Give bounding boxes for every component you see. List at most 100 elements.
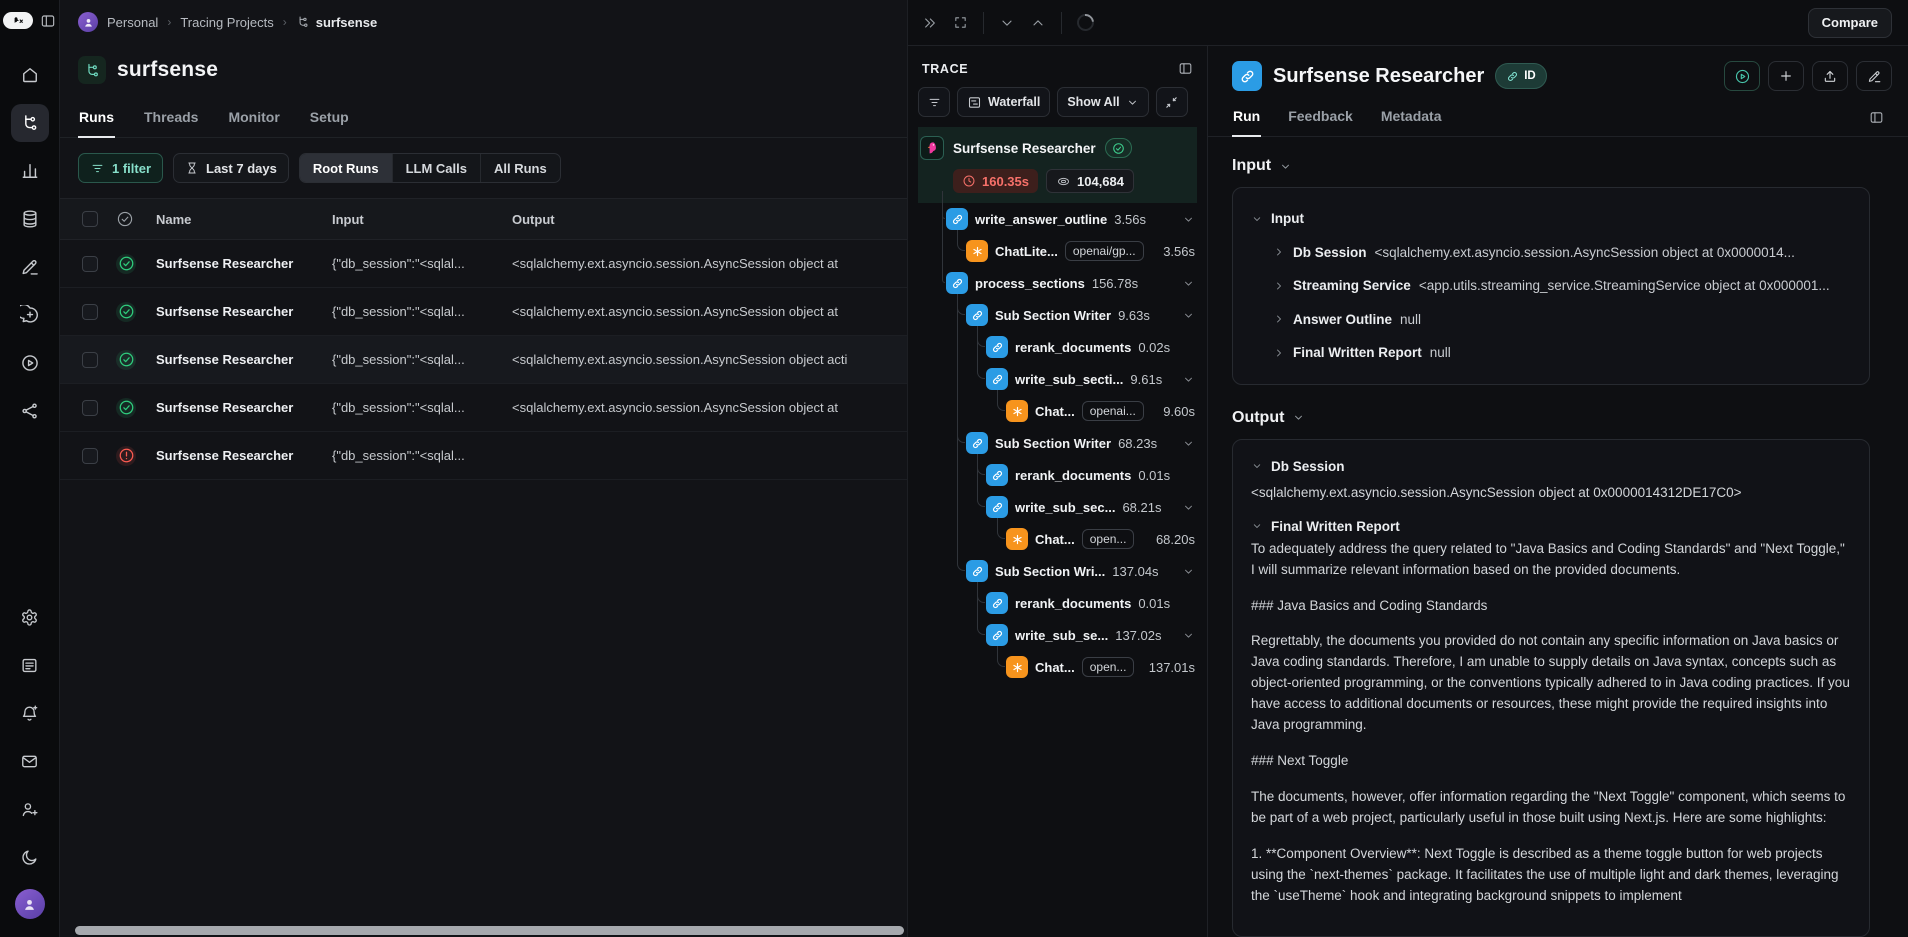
input-kv-row[interactable]: Db Session<sqlalchemy.ext.asyncio.sessio… xyxy=(1273,236,1851,270)
trace-span-chain[interactable]: write_sub_se...137.02s xyxy=(918,619,1197,651)
segment-llm-calls[interactable]: LLM Calls xyxy=(393,154,481,182)
detail-tab-metadata[interactable]: Metadata xyxy=(1380,99,1443,137)
show-all-dropdown[interactable]: Show All xyxy=(1057,87,1148,117)
compare-button[interactable]: Compare xyxy=(1808,8,1892,38)
table-row[interactable]: Surfsense Researcher{"db_session":"<sqla… xyxy=(60,432,907,480)
column-header-output[interactable]: Output xyxy=(512,212,907,227)
sidebar-item-playground[interactable] xyxy=(11,344,49,382)
waterfall-button[interactable]: Waterfall xyxy=(957,87,1050,117)
sidebar-item-prompts[interactable] xyxy=(11,296,49,334)
sidebar-item-datasets[interactable] xyxy=(11,200,49,238)
input-kv-row[interactable]: Final Written Reportnull xyxy=(1273,336,1851,370)
sidebar-item-settings[interactable] xyxy=(11,598,49,636)
fullscreen-icon[interactable] xyxy=(953,15,968,30)
trace-span-chain[interactable]: write_sub_secti...9.61s xyxy=(918,363,1197,395)
row-checkbox[interactable] xyxy=(82,256,98,272)
next-run-icon[interactable] xyxy=(1030,15,1046,31)
trace-root-span[interactable]: Surfsense Researcher 160.35s 104,684 xyxy=(918,127,1197,203)
table-row[interactable]: Surfsense Researcher{"db_session":"<sqla… xyxy=(60,384,907,432)
row-checkbox[interactable] xyxy=(82,304,98,320)
langsmith-logo-icon[interactable] xyxy=(3,12,33,29)
trace-span-llm[interactable]: Chat...open...137.01s xyxy=(918,651,1197,683)
chevron-down-icon[interactable] xyxy=(1182,309,1195,322)
open-in-playground-button[interactable] xyxy=(1724,61,1760,91)
chevron-right-icon[interactable] xyxy=(1273,246,1285,258)
column-header-input[interactable]: Input xyxy=(332,212,512,227)
segment-root-runs[interactable]: Root Runs xyxy=(300,154,393,182)
workspace-avatar-icon[interactable] xyxy=(78,12,98,32)
sidebar-item-dashboards[interactable] xyxy=(11,152,49,190)
sidebar-item-mail[interactable] xyxy=(11,742,49,780)
prev-run-icon[interactable] xyxy=(999,15,1015,31)
sidebar-item-annotations[interactable] xyxy=(11,248,49,286)
chevron-down-icon[interactable] xyxy=(1182,501,1195,514)
output-group-heading[interactable]: Db Session xyxy=(1251,454,1851,479)
chevron-down-icon[interactable] xyxy=(1182,437,1195,450)
output-section-heading[interactable]: Output xyxy=(1232,409,1870,427)
trace-span-chain[interactable]: Sub Section Writer9.63s xyxy=(918,299,1197,331)
chevron-right-icon[interactable] xyxy=(1273,313,1285,325)
trace-span-chain[interactable]: Sub Section Writer68.23s xyxy=(918,427,1197,459)
chevron-down-icon[interactable] xyxy=(1251,460,1263,472)
tab-runs[interactable]: Runs xyxy=(78,100,115,138)
tab-monitor[interactable]: Monitor xyxy=(227,100,280,138)
breadcrumb-tracing-projects[interactable]: Tracing Projects xyxy=(180,15,273,30)
chevron-down-icon[interactable] xyxy=(1251,213,1263,225)
chevron-down-icon[interactable] xyxy=(1182,565,1195,578)
chevron-down-icon[interactable] xyxy=(1182,277,1195,290)
status-column-icon[interactable] xyxy=(116,210,134,228)
horizontal-scrollbar-thumb[interactable] xyxy=(75,926,904,935)
chevron-right-icon[interactable] xyxy=(1273,280,1285,292)
trace-span-llm[interactable]: Chat...openai...9.60s xyxy=(918,395,1197,427)
segment-all-runs[interactable]: All Runs xyxy=(481,154,560,182)
detail-split-panel-icon[interactable] xyxy=(1869,110,1884,125)
trace-span-chain[interactable]: Sub Section Wri...137.04s xyxy=(918,555,1197,587)
trace-span-llm[interactable]: Chat...open...68.20s xyxy=(918,523,1197,555)
add-to-dataset-button[interactable] xyxy=(1768,61,1804,91)
user-avatar[interactable] xyxy=(15,889,45,919)
chevron-right-icon[interactable] xyxy=(1273,347,1285,359)
breadcrumb-project[interactable]: surfsense xyxy=(296,15,377,30)
chevron-down-icon[interactable] xyxy=(1182,213,1195,226)
table-row[interactable]: Surfsense Researcher{"db_session":"<sqla… xyxy=(60,240,907,288)
split-panel-icon[interactable] xyxy=(1178,61,1193,76)
detail-tab-run[interactable]: Run xyxy=(1232,99,1261,137)
row-checkbox[interactable] xyxy=(82,448,98,464)
input-kv-row[interactable]: Answer Outlinenull xyxy=(1273,303,1851,337)
row-checkbox[interactable] xyxy=(82,352,98,368)
trace-span-llm[interactable]: ChatLite...openai/gp...3.56s xyxy=(918,235,1197,267)
sidebar-collapse-icon[interactable] xyxy=(40,13,56,29)
trace-span-chain[interactable]: rerank_documents0.01s xyxy=(918,459,1197,491)
sidebar-item-notifications[interactable] xyxy=(11,694,49,732)
sidebar-item-home[interactable] xyxy=(11,56,49,94)
sidebar-item-tracing[interactable] xyxy=(11,104,49,142)
row-checkbox[interactable] xyxy=(82,400,98,416)
tab-setup[interactable]: Setup xyxy=(309,100,350,138)
annotate-button[interactable] xyxy=(1856,61,1892,91)
run-id-pill[interactable]: ID xyxy=(1495,63,1547,89)
collapse-all-button[interactable] xyxy=(1156,87,1188,117)
tab-threads[interactable]: Threads xyxy=(143,100,199,138)
chevron-down-icon[interactable] xyxy=(1182,373,1195,386)
trace-filter-button[interactable] xyxy=(918,87,950,117)
table-row[interactable]: Surfsense Researcher{"db_session":"<sqla… xyxy=(60,288,907,336)
column-header-name[interactable]: Name xyxy=(156,212,332,227)
filter-button[interactable]: 1 filter xyxy=(78,153,163,183)
trace-span-chain[interactable]: rerank_documents0.01s xyxy=(918,587,1197,619)
date-range-button[interactable]: Last 7 days xyxy=(173,153,289,183)
input-kv-row[interactable]: Input xyxy=(1251,202,1851,236)
input-kv-row[interactable]: Streaming Service<app.utils.streaming_se… xyxy=(1273,269,1851,303)
collapse-panel-icon[interactable] xyxy=(922,15,938,31)
sidebar-item-docs[interactable] xyxy=(11,646,49,684)
detail-tab-feedback[interactable]: Feedback xyxy=(1287,99,1354,137)
chevron-down-icon[interactable] xyxy=(1251,520,1263,532)
table-row[interactable]: Surfsense Researcher{"db_session":"<sqla… xyxy=(60,336,907,384)
select-all-checkbox[interactable] xyxy=(82,211,98,227)
trace-span-chain[interactable]: process_sections156.78s xyxy=(918,267,1197,299)
sidebar-item-invite-user[interactable] xyxy=(11,790,49,828)
trace-span-chain[interactable]: rerank_documents0.02s xyxy=(918,331,1197,363)
output-group-heading[interactable]: Final Written Report xyxy=(1251,514,1851,539)
trace-span-chain[interactable]: write_answer_outline3.56s xyxy=(918,203,1197,235)
input-section-heading[interactable]: Input xyxy=(1232,157,1870,175)
chevron-down-icon[interactable] xyxy=(1182,629,1195,642)
